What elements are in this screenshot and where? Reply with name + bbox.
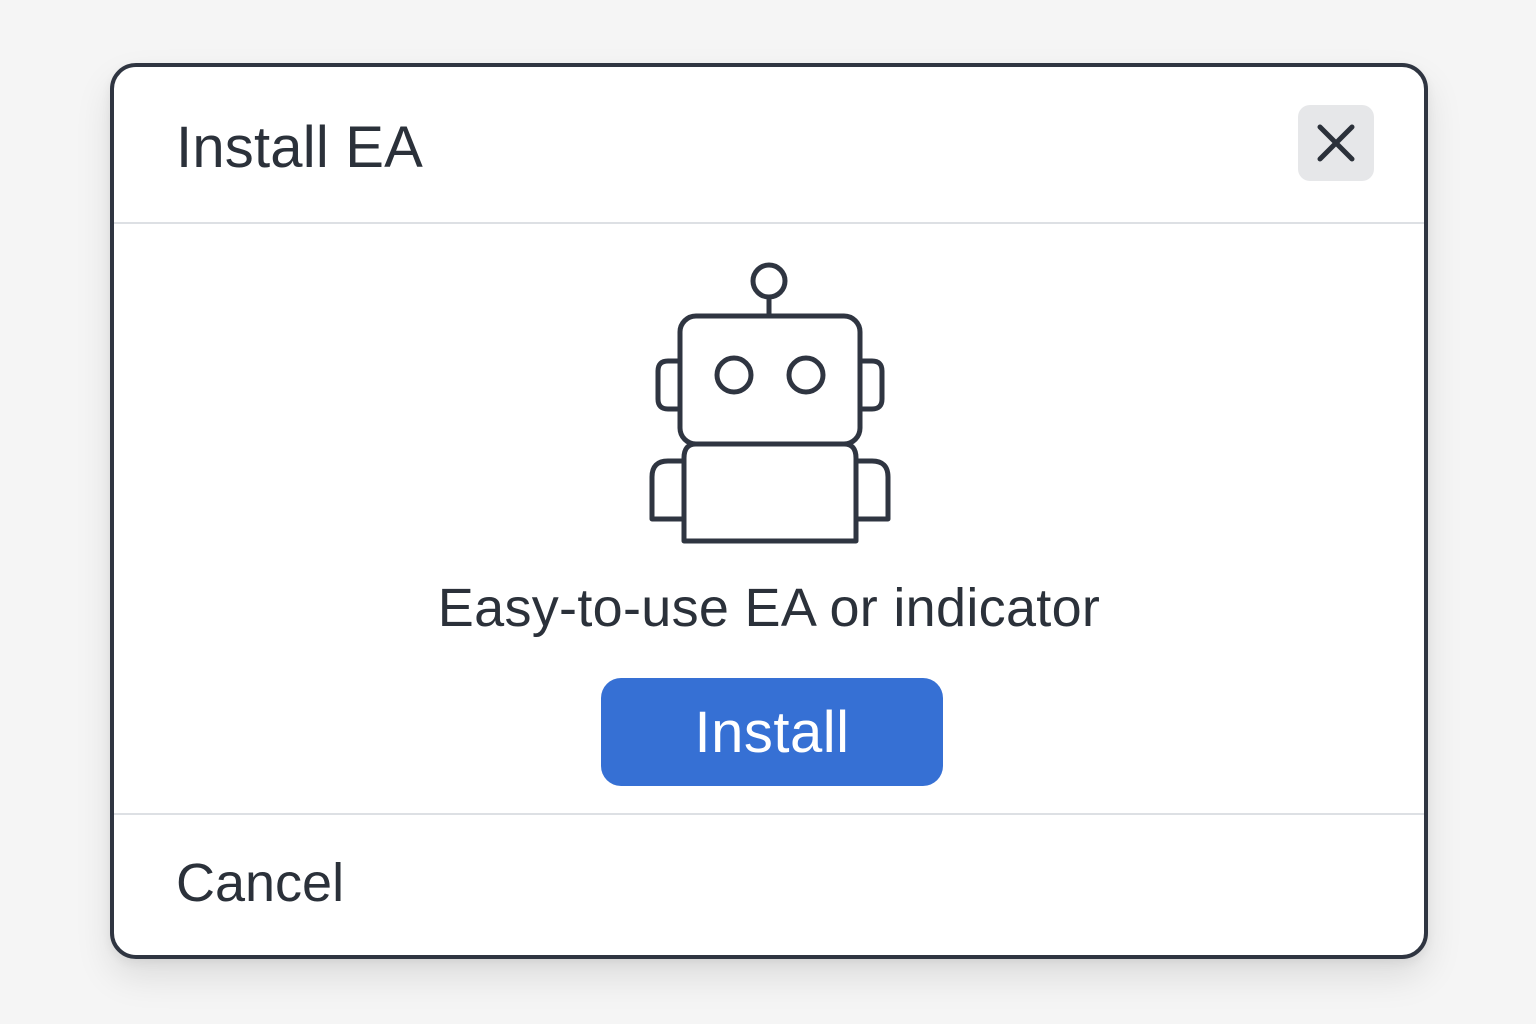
close-icon	[1317, 124, 1355, 162]
dialog-title: Install EA	[176, 115, 423, 180]
cancel-button[interactable]: Cancel	[176, 851, 344, 915]
dialog-header: Install EA	[114, 67, 1424, 224]
close-button[interactable]	[1298, 105, 1374, 181]
dialog-footer: Cancel	[114, 815, 1424, 955]
install-ea-dialog: Install EA Easy-to-use EA or indicator I…	[110, 63, 1428, 959]
install-button[interactable]: Install	[601, 678, 943, 786]
robot-icon	[649, 262, 891, 544]
dialog-content: Easy-to-use EA or indicator Install	[114, 224, 1424, 815]
dialog-description: Easy-to-use EA or indicator	[437, 578, 1101, 638]
